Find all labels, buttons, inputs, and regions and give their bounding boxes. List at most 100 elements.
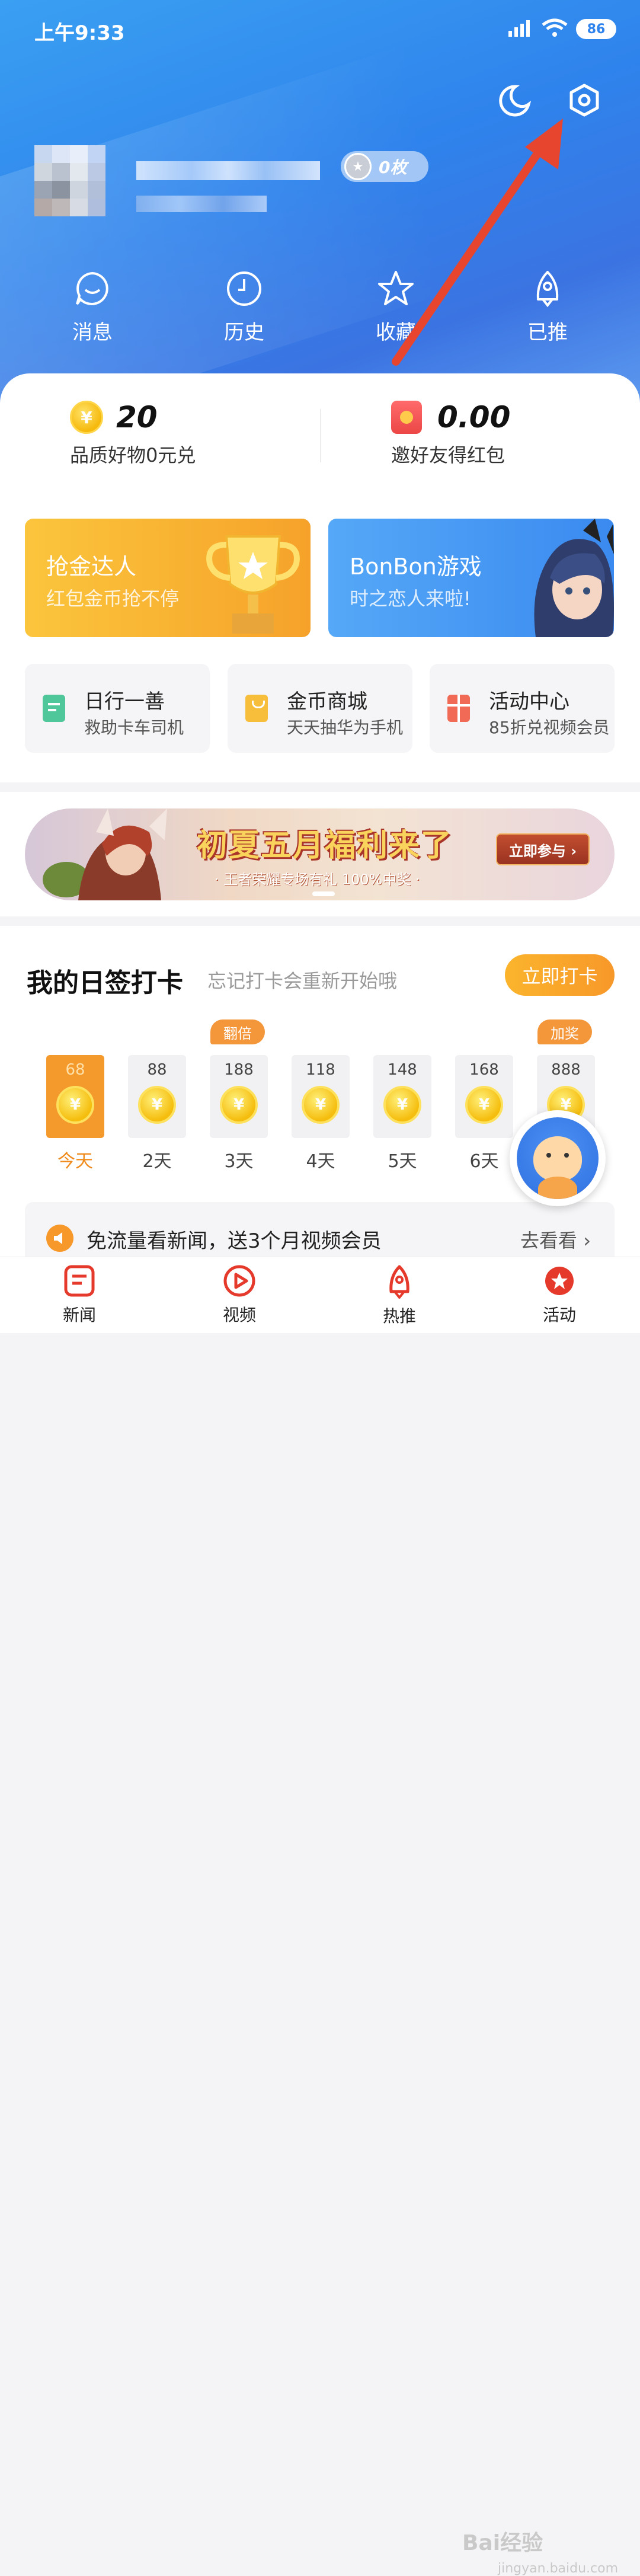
news-bar-go-link[interactable]: 去看看 › [520, 1226, 591, 1253]
feature-title: 抢金达人 [46, 554, 137, 580]
quick-link-history[interactable]: 历史 [197, 270, 292, 345]
feature-card-bonbon-game[interactable]: BonBon游戏 时之恋人来啦! [328, 519, 614, 637]
feature-subtitle: 时之恋人来啦! [350, 587, 471, 610]
day-coins: 118 [306, 1061, 335, 1079]
quick-link-messages[interactable]: 消息 [45, 270, 140, 345]
banner-join-button[interactable]: 立即参与 › [496, 833, 590, 865]
day-coins: 168 [469, 1061, 499, 1079]
mini-card-subtitle: 85折兑视频会员 [489, 718, 610, 737]
checkin-title: 我的日签打卡 [27, 968, 183, 998]
double-tag: 翻倍 [210, 1019, 265, 1044]
checkin-button[interactable]: 立即打卡 [505, 954, 615, 996]
coin-icon: ¥ [220, 1086, 258, 1124]
tab-hot-push[interactable]: 热推 [358, 1264, 441, 1327]
bottom-tab-bar: 新闻 视频 热推 活动 Bai经验 jingyan.baidu.com [0, 1257, 640, 2576]
promo-section: 抢金达人 红包金币抢不停 BonBon游戏 时之恋人来啦! 日行一善 救助卡车司… [0, 492, 640, 782]
tab-video[interactable]: 视频 [198, 1264, 281, 1326]
baidu-watermark: Bai经验 [462, 2531, 543, 2555]
activity-icon [545, 1267, 574, 1295]
coins-entry[interactable]: ¥ 20 品质好物0元兑 [70, 400, 196, 468]
speaker-icon [46, 1225, 73, 1252]
checkin-subtitle: 忘记打卡会重新开始哦 [207, 970, 398, 992]
clock-icon [227, 271, 261, 306]
shopping-bag-icon [245, 695, 268, 722]
user-id-blurred [136, 196, 267, 212]
checkin-day-3[interactable]: 188 ¥ [210, 1055, 268, 1138]
mini-card-coin-mall[interactable]: 金币商城 天天抽华为手机 [228, 664, 412, 753]
quick-link-label: 历史 [224, 321, 264, 344]
day-label: 5天 [388, 1151, 417, 1172]
coins-label: 品质好物0元兑 [70, 444, 196, 466]
status-time: 上午9:33 [34, 21, 125, 45]
cash-entry[interactable]: 0.00 邀好友得红包 [391, 400, 510, 468]
bonus-tag: 加奖 [537, 1019, 592, 1044]
news-icon [64, 1265, 95, 1297]
feature-subtitle: 红包金币抢不停 [46, 587, 180, 610]
coin-icon: ¥ [70, 401, 103, 434]
floating-pet-button[interactable] [510, 1110, 606, 1206]
carousel-indicator [312, 891, 335, 896]
coin-icon: ¥ [302, 1086, 340, 1124]
checkin-section: 我的日签打卡 忘记打卡会重新开始哦 立即打卡 翻倍 加奖 68 ¥ 88 ¥ 1… [0, 926, 640, 1273]
coin-icon: ¥ [138, 1086, 176, 1124]
battery-level: 86 [587, 21, 606, 37]
feature-card-gold-rush[interactable]: 抢金达人 红包金币抢不停 [25, 519, 311, 637]
message-icon [76, 271, 108, 305]
hamster-mascot-icon [517, 1117, 599, 1199]
tab-label: 活动 [542, 1305, 576, 1325]
banner-section: 初夏五月福利来了 · 王者荣耀专场有礼 100%中奖 · 立即参与 › [0, 792, 640, 916]
mini-card-title: 活动中心 [489, 690, 569, 714]
day-label: 3天 [224, 1151, 254, 1172]
quick-link-label: 消息 [72, 321, 113, 344]
day-coins: 148 [388, 1061, 417, 1079]
day-coins: 888 [551, 1061, 581, 1079]
mini-card-charity[interactable]: 日行一善 救助卡车司机 [25, 664, 210, 753]
day-label: 2天 [142, 1151, 172, 1172]
red-packet-icon [391, 401, 422, 434]
checkin-day-2[interactable]: 88 ¥ [128, 1055, 186, 1138]
feature-title: BonBon游戏 [350, 554, 482, 580]
mini-card-subtitle: 救助卡车司机 [84, 718, 184, 737]
baidu-watermark-url: jingyan.baidu.com [498, 2561, 619, 2576]
settings-gear-icon[interactable] [568, 83, 601, 119]
banner-character-image [43, 808, 167, 900]
play-video-icon [223, 1265, 255, 1297]
mini-card-title: 金币商城 [287, 690, 367, 714]
game-character-image [534, 519, 614, 637]
banner-subtitle: · 王者荣耀专场有礼 100%中奖 · [215, 871, 420, 888]
coin-icon: ¥ [383, 1086, 421, 1124]
day-label: 6天 [469, 1151, 499, 1172]
coin-icon: ¥ [56, 1086, 94, 1124]
tab-label: 视频 [222, 1305, 256, 1325]
gift-icon [447, 695, 470, 722]
checkin-day-1[interactable]: 68 ¥ [46, 1055, 104, 1138]
tab-activity[interactable]: 活动 [518, 1264, 601, 1326]
mini-card-title: 日行一善 [84, 690, 165, 714]
cash-value: 0.00 [437, 400, 511, 434]
tab-news[interactable]: 新闻 [38, 1264, 121, 1326]
document-icon [43, 695, 65, 722]
day-label: 4天 [306, 1151, 335, 1172]
trophy-icon [206, 535, 300, 634]
day-label: 今天 [57, 1151, 93, 1172]
medal-star-icon: ★ [344, 153, 372, 180]
tab-label: 新闻 [62, 1305, 96, 1325]
avatar[interactable] [34, 145, 105, 216]
coins-value: 20 [116, 400, 158, 434]
tab-label: 热推 [382, 1306, 416, 1326]
checkin-day-5[interactable]: 148 ¥ [373, 1055, 431, 1138]
banner-title: 初夏五月福利来了 [197, 828, 453, 864]
promo-banner[interactable]: 初夏五月福利来了 · 王者荣耀专场有礼 100%中奖 · 立即参与 › [25, 808, 615, 900]
divider [320, 409, 321, 462]
mini-card-activity-center[interactable]: 活动中心 85折兑视频会员 [430, 664, 615, 753]
checkin-day-4[interactable]: 118 ¥ [292, 1055, 350, 1138]
news-bar-text: 免流量看新闻，送3个月视频会员 [87, 1229, 382, 1253]
checkin-day-6[interactable]: 168 ¥ [455, 1055, 513, 1138]
night-mode-icon[interactable] [498, 83, 531, 117]
battery-indicator: 86 [576, 19, 616, 39]
mini-card-subtitle: 天天抽华为手机 [287, 718, 404, 737]
rocket-icon [389, 1265, 409, 1300]
profile-header: 上午9:33 86 ★ 0枚 消息 历史 收藏 已推 [0, 0, 640, 415]
coin-icon: ¥ [465, 1086, 503, 1124]
day-coins: 88 [147, 1061, 167, 1079]
